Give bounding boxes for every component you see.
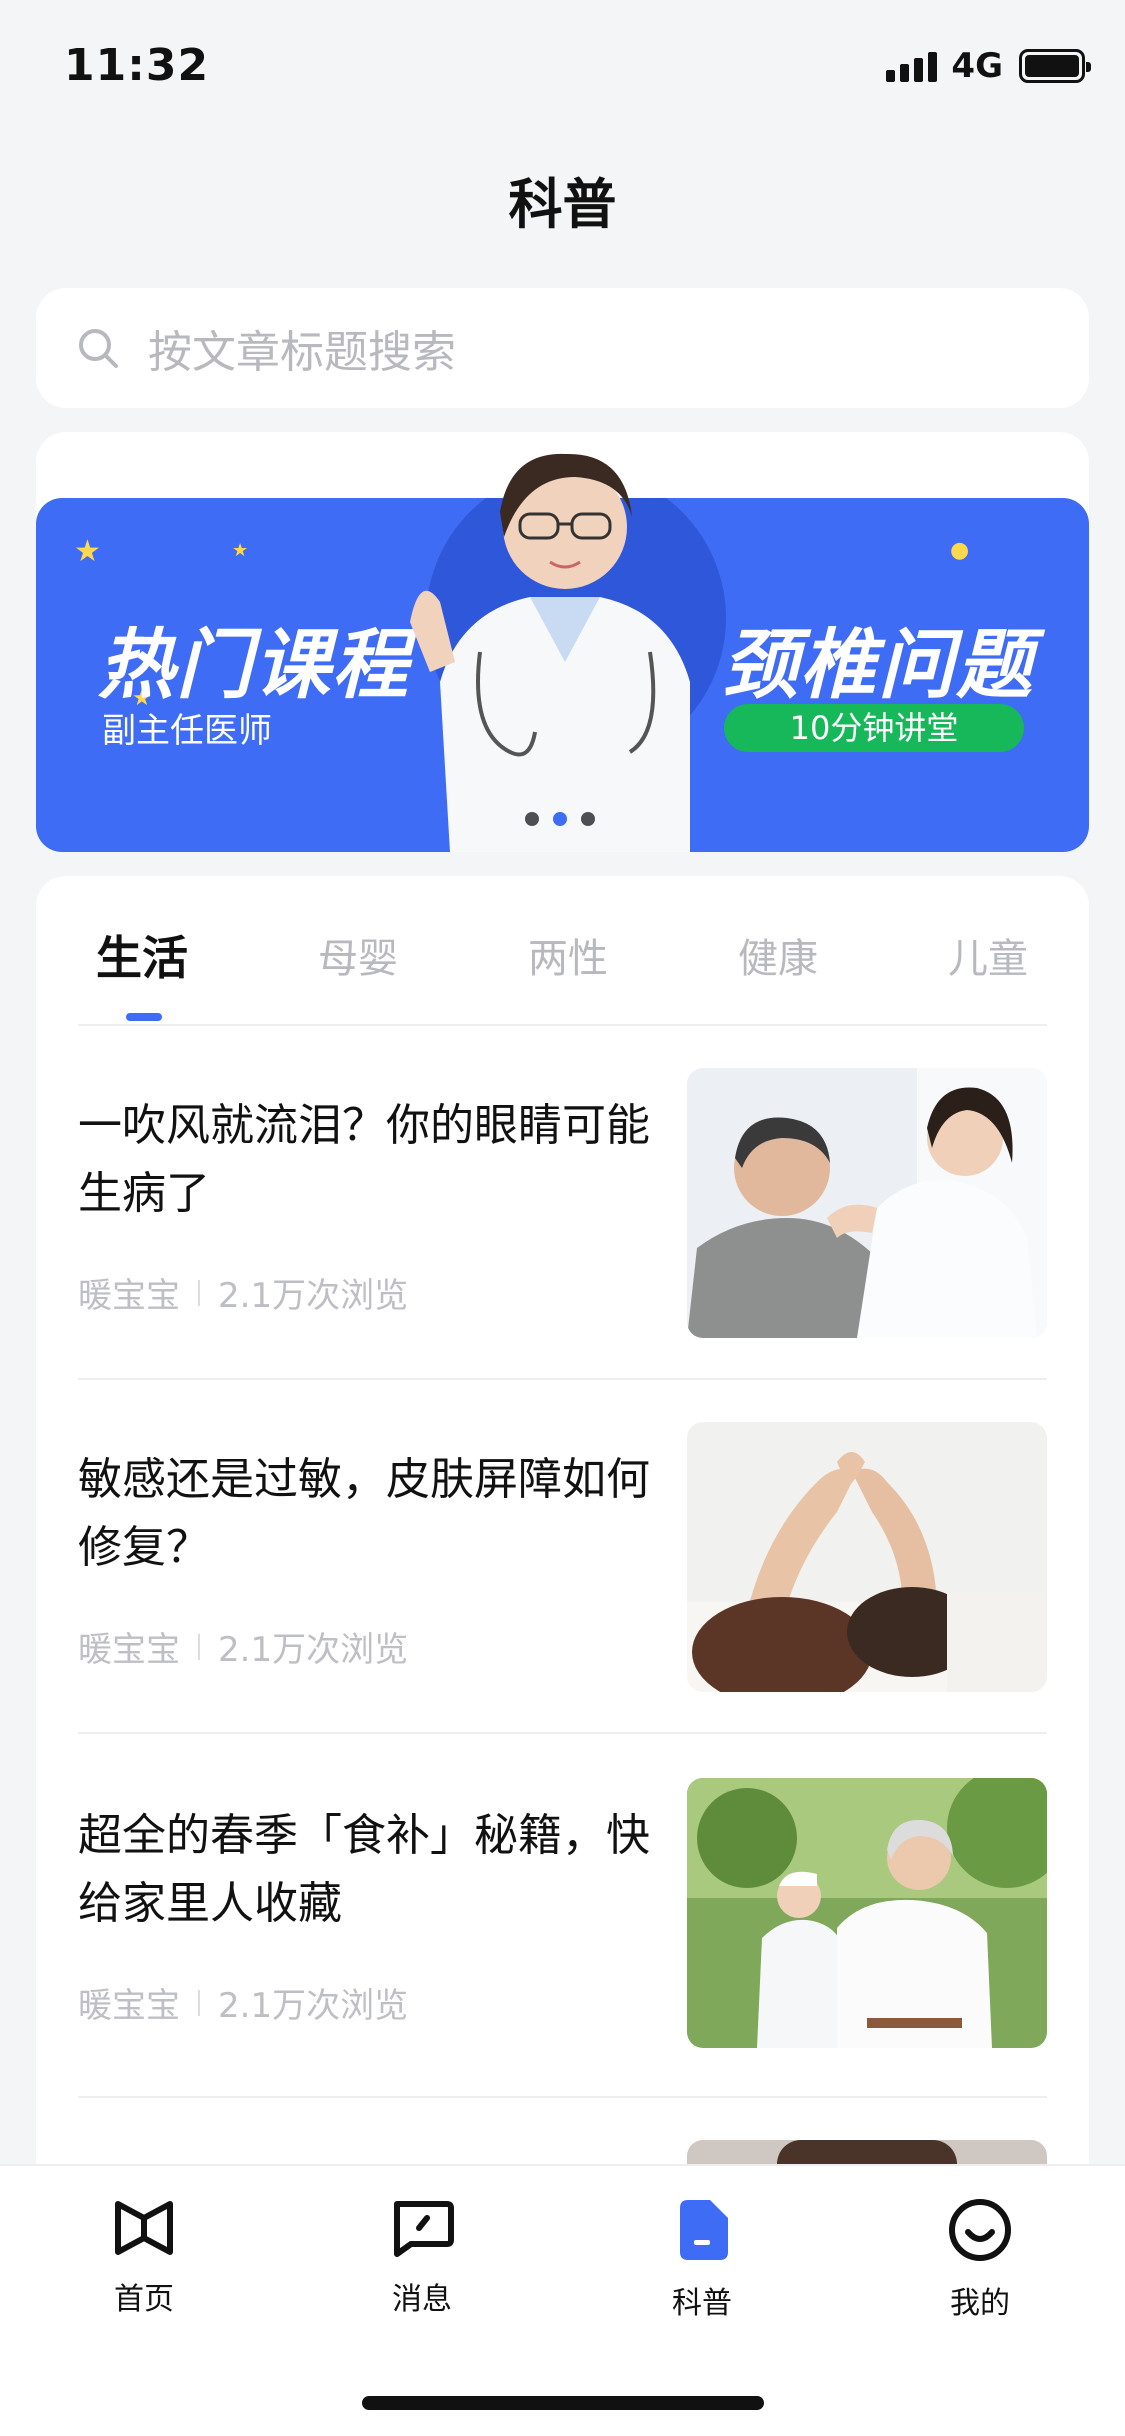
tab-children[interactable]: 儿童 — [948, 926, 1028, 984]
tab-bar-label: 我的 — [950, 2286, 1010, 2321]
tab-gender[interactable]: 两性 — [528, 926, 608, 984]
search-input[interactable]: 按文章标题搜索 — [36, 288, 1089, 408]
article-author: 暖宝宝 — [78, 1986, 180, 2026]
tab-bar-label: 消息 — [392, 2282, 452, 2317]
article-meta: 暖宝宝 2.1万次浏览 — [78, 1622, 408, 1671]
article-thumbnail-partial — [687, 2140, 1047, 2164]
article-views: 2.1万次浏览 — [218, 1986, 409, 2026]
divider — [78, 1024, 1047, 1026]
tab-bar-label: 科普 — [672, 2286, 732, 2321]
meta-separator — [198, 1633, 200, 1660]
tab-bar-label: 首页 — [114, 2282, 174, 2317]
bowtie-icon — [115, 2201, 173, 2255]
article-item[interactable]: 超全的春季「食补」秘籍，快给家里人收藏 暖宝宝 2.1万次浏览 — [78, 1778, 1047, 2058]
article-item[interactable]: 敏感还是过敏，皮肤屏障如何修复？ 暖宝宝 2.1万次浏览 — [78, 1422, 1047, 1702]
network-type: 4G — [951, 46, 1003, 86]
article-meta: 暖宝宝 2.1万次浏览 — [78, 1268, 408, 1317]
page-title: 科普 — [508, 173, 617, 236]
article-author: 暖宝宝 — [78, 1276, 180, 1316]
search-icon — [79, 329, 118, 368]
carousel-dot-active — [553, 812, 567, 826]
doctor-illustration — [410, 453, 690, 852]
dot-decoration: ● — [950, 538, 970, 563]
divider — [78, 2096, 1047, 2098]
tab-maternal[interactable]: 母婴 — [318, 926, 398, 984]
star-icon: ★ — [74, 534, 101, 569]
search-placeholder: 按文章标题搜索 — [148, 327, 456, 378]
divider — [78, 1732, 1047, 1734]
article-meta: 暖宝宝 2.1万次浏览 — [78, 1978, 408, 2027]
status-indicators: 4G — [886, 46, 1091, 86]
divider — [78, 1378, 1047, 1380]
document-icon — [680, 2200, 728, 2260]
article-author: 暖宝宝 — [78, 1630, 180, 1670]
tab-bar-profile[interactable]: 我的 — [900, 2198, 1060, 2322]
category-tabs: 生活 母婴 两性 健康 儿童 — [60, 916, 1060, 1026]
home-indicator[interactable] — [362, 2396, 764, 2410]
tab-bar-messages[interactable]: 消息 — [342, 2198, 502, 2318]
tab-life[interactable]: 生活 — [96, 922, 188, 988]
banner-left-title: 热门课程 — [98, 620, 410, 709]
article-thumbnail — [687, 1422, 1047, 1692]
article-thumbnail — [687, 1068, 1047, 1338]
message-icon — [394, 2201, 454, 2257]
status-time: 11:32 — [64, 40, 210, 91]
banner-right-title: 颈椎问题 — [722, 620, 1034, 709]
tab-active-indicator — [126, 1013, 162, 1021]
signal-icon — [886, 50, 938, 82]
banner-pill: 10分钟讲堂 — [724, 704, 1024, 752]
article-title: 一吹风就流泪？你的眼睛可能生病了 — [78, 1100, 650, 1219]
meta-separator — [198, 1279, 200, 1306]
tab-bar-home[interactable]: 首页 — [64, 2198, 224, 2318]
star-icon: ★ — [232, 540, 249, 561]
battery-icon — [1019, 49, 1091, 83]
carousel-dot — [581, 812, 595, 826]
tab-health[interactable]: 健康 — [738, 926, 818, 984]
smiley-icon — [949, 2199, 1011, 2261]
tab-bar-science[interactable]: 科普 — [622, 2198, 782, 2322]
status-bar: 11:32 4G — [0, 0, 1125, 132]
article-item[interactable]: 一吹风就流泪？你的眼睛可能生病了 暖宝宝 2.1万次浏览 — [78, 1068, 1047, 1348]
carousel-dot — [525, 812, 539, 826]
banner-left-subtitle: 副主任医师 — [102, 711, 272, 751]
carousel-indicator — [525, 812, 595, 826]
article-thumbnail — [687, 1778, 1047, 2048]
article-views: 2.1万次浏览 — [218, 1630, 409, 1670]
article-title: 敏感还是过敏，皮肤屏障如何修复？ — [78, 1454, 650, 1573]
meta-separator — [198, 1989, 200, 2016]
article-views: 2.1万次浏览 — [218, 1276, 409, 1316]
article-title: 超全的春季「食补」秘籍，快给家里人收藏 — [78, 1810, 650, 1929]
